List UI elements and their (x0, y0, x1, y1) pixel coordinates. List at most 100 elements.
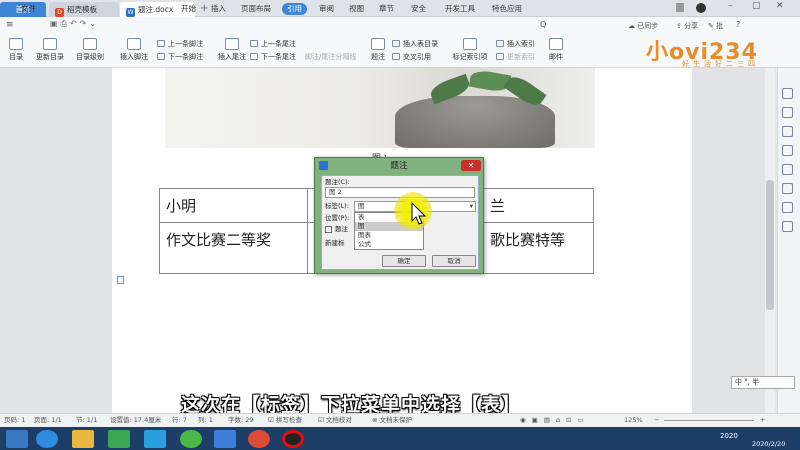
dropdown-option[interactable]: 图表 (355, 231, 423, 240)
next-footnote-button[interactable]: 下一条脚注 (157, 53, 203, 62)
record-icon[interactable] (282, 430, 304, 448)
status-page[interactable]: 页码: 1 (4, 414, 25, 427)
sidebar-icon-backup[interactable] (782, 183, 793, 194)
insert-endnote-button[interactable]: 插入尾注 (214, 38, 250, 62)
ime-toolbar[interactable]: 中 °, 半 (731, 376, 795, 389)
prev-footnote-button[interactable]: 上一条脚注 (157, 40, 203, 49)
mark-index-button[interactable]: 标记索引项 (448, 38, 492, 62)
tab-templates[interactable]: D 稻壳模板 (49, 2, 119, 17)
next-footnote-label: 下一条脚注 (168, 53, 203, 61)
scrollbar-thumb[interactable] (766, 180, 774, 310)
status-section[interactable]: 节: 1/1 (76, 414, 97, 427)
chrome-icon[interactable] (248, 430, 270, 448)
wps-taskbar-icon[interactable] (214, 430, 236, 448)
menu-security[interactable]: 安全 (406, 3, 431, 15)
table-cell[interactable]: 作文比赛二等奖 (159, 222, 308, 274)
caption-field-label: 题注(C): (325, 178, 350, 186)
folder-icon[interactable] (72, 430, 94, 448)
zoom-level[interactable]: 125% (624, 414, 643, 427)
cancel-button[interactable]: 取消 (432, 255, 476, 267)
sidebar-icon-help[interactable] (782, 221, 793, 232)
menu-chapter[interactable]: 章节 (374, 3, 399, 15)
status-proof[interactable]: ☑ 文档校对 (318, 414, 352, 427)
avatar[interactable] (696, 3, 706, 13)
menu-review[interactable]: 审阅 (314, 3, 339, 15)
insert-index-icon (496, 40, 504, 47)
separator-button[interactable]: 脚注/尾注分隔线 (305, 53, 356, 62)
menu-special[interactable]: 特色应用 (487, 3, 527, 15)
status-spell[interactable]: ☑ 拼写检查 (268, 414, 302, 427)
table-cell[interactable]: 兰 (475, 188, 594, 223)
window-icon[interactable] (676, 3, 684, 12)
sidebar-icon-select[interactable] (782, 107, 793, 118)
prev-endnote-button[interactable]: 上一条尾注 (250, 40, 296, 49)
toc-button[interactable]: 目录 (5, 38, 27, 62)
ok-button[interactable]: 确定 (382, 255, 426, 267)
zoom-slider[interactable] (664, 420, 754, 421)
browser-icon[interactable] (180, 430, 202, 448)
ie-icon[interactable] (36, 430, 58, 448)
quick-access-icons[interactable]: ▣⎙↶↷⌄ (50, 19, 99, 29)
sidebar-icon-format[interactable] (782, 164, 793, 175)
dialog-close-button[interactable]: ✕ (461, 160, 481, 171)
toc-level-button[interactable]: 目录级别 (72, 38, 108, 62)
cloud-app-icon[interactable] (144, 430, 166, 448)
endnote-icon (225, 38, 239, 50)
sidebar-icon-shape[interactable] (782, 126, 793, 137)
clock-time[interactable]: 2020 (720, 432, 738, 440)
sync-status[interactable]: ☁ 已同步 (628, 21, 658, 31)
prev-footnote-label: 上一条脚注 (168, 40, 203, 48)
status-row[interactable]: 行: 7 (172, 414, 187, 427)
help-icon[interactable]: ? (736, 20, 740, 29)
zoom-out-icon[interactable]: − (654, 414, 659, 427)
batch-button[interactable]: ✎ 批 (708, 21, 723, 31)
sidebar-icon-tools[interactable] (782, 145, 793, 156)
status-pages[interactable]: 页面: 1/1 (34, 414, 62, 427)
sidebar-icon-share[interactable] (782, 202, 793, 213)
menu-insert[interactable]: 插入 (206, 3, 231, 15)
status-col[interactable]: 列: 1 (198, 414, 213, 427)
dropdown-option[interactable]: 公式 (355, 240, 423, 249)
maximize-button[interactable]: ▢ (752, 1, 761, 11)
hamburger-icon[interactable]: ≡ (6, 20, 14, 30)
menu-devtools[interactable]: 开发工具 (440, 3, 480, 15)
close-button[interactable]: ✕ (776, 1, 784, 11)
share-label: 分享 (684, 22, 699, 30)
insert-table-toc-button[interactable]: 插入表目录 (392, 40, 438, 49)
status-protect[interactable]: ⊗ 文档未保护 (372, 414, 412, 427)
comment-icon: ✎ (708, 22, 714, 30)
insert-footnote-button[interactable]: 插入脚注 (116, 38, 152, 62)
minimize-button[interactable]: – (728, 1, 733, 11)
start-button[interactable] (6, 430, 28, 448)
mail-button[interactable]: 邮件 (546, 38, 566, 62)
menu-references[interactable]: 引用 (282, 3, 307, 15)
update-toc-button[interactable]: 更新目录 (32, 38, 68, 62)
menu-view[interactable]: 视图 (344, 3, 369, 15)
table-cell[interactable]: 小明 (159, 188, 308, 223)
next-endnote-button[interactable]: 下一条尾注 (250, 53, 296, 62)
update-index-button[interactable]: 更新索引 (496, 53, 535, 62)
cross-ref-button[interactable]: 交叉引用 (392, 53, 431, 62)
paragraph-marker-icon[interactable] (117, 276, 124, 284)
store-icon[interactable] (108, 430, 130, 448)
exclude-label-checkbox[interactable] (325, 226, 332, 233)
status-spell-label: 拼写检查 (275, 416, 302, 424)
insert-index-label: 插入索引 (507, 40, 535, 48)
clock-date[interactable]: 2020/2/20 (752, 440, 785, 448)
zoom-in-icon[interactable]: + (760, 414, 765, 427)
share-button[interactable]: ⇪ 分享 (676, 21, 698, 31)
view-mode-icons[interactable]: ◉▣▤⌂⊡▭ (520, 414, 590, 427)
menu-file[interactable]: 文件 (16, 3, 41, 15)
menu-layout[interactable]: 页面布局 (236, 3, 276, 15)
status-words[interactable]: 字数: 29 (228, 414, 254, 427)
new-label-text[interactable]: 新建标 (325, 239, 345, 248)
label-field-label: 标签(L): (325, 202, 349, 210)
status-setting[interactable]: 设置值: 17.4厘米 (110, 414, 161, 427)
menu-start[interactable]: 开始 (176, 3, 201, 15)
sidebar-icon-style[interactable] (782, 88, 793, 99)
table-cell[interactable]: 歌比赛特等 (475, 222, 594, 274)
insert-index-button[interactable]: 插入索引 (496, 40, 535, 49)
caption-button[interactable]: 题注 (368, 38, 388, 62)
search-icon[interactable]: Q (540, 20, 546, 29)
status-protect-label: 文档未保护 (379, 416, 413, 424)
